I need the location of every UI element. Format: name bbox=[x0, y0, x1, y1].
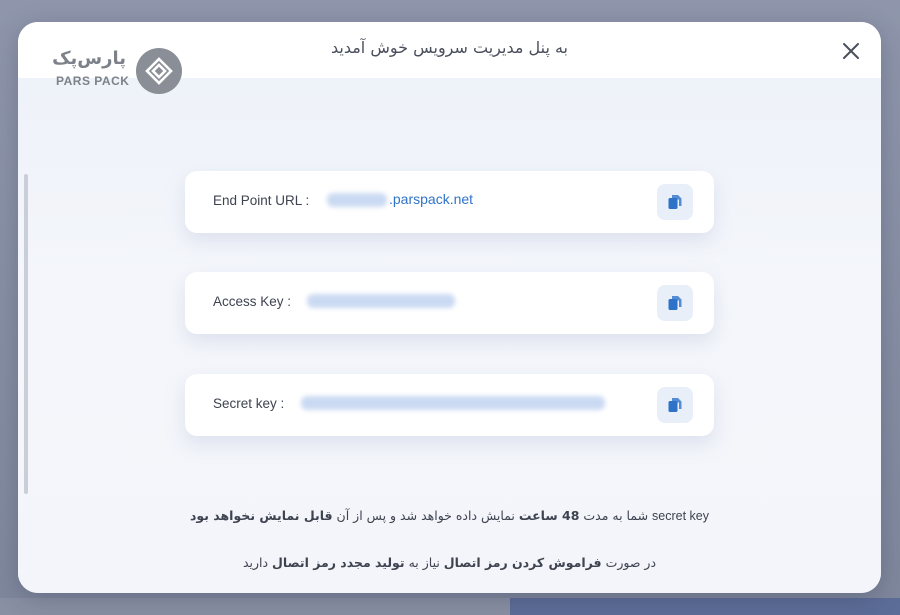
note-duration: 48 ساعت bbox=[518, 508, 580, 523]
note-text: شما به مدت bbox=[579, 508, 653, 523]
copy-icon bbox=[668, 296, 682, 310]
service-welcome-modal: به پنل مدیریت سرویس خوش آمدید برای اتصال… bbox=[18, 22, 881, 593]
note-text: در صورت bbox=[601, 555, 657, 570]
endpoint-url-masked-value bbox=[327, 193, 387, 207]
secret-key-expiry-note: secret key شما به مدت 48 ساعت نمایش داده… bbox=[18, 508, 881, 523]
note-text: نمایش داده خواهد شد و پس از آن bbox=[332, 508, 519, 523]
copy-secret-key-button[interactable] bbox=[657, 387, 693, 423]
forgot-key-note: در صورت فراموش کردن رمز اتصال نیاز به تو… bbox=[18, 555, 881, 570]
logo-text-en: PARS PACK bbox=[56, 74, 130, 88]
close-button[interactable] bbox=[836, 36, 866, 66]
endpoint-url-label: End Point URL : bbox=[213, 193, 310, 208]
logo-text-fa: پارس‌پک bbox=[52, 48, 126, 69]
access-key-masked-value[interactable] bbox=[307, 294, 455, 308]
note-regenerate: تولید مجدد رمز اتصال bbox=[272, 555, 405, 570]
secret-key-card: Secret key : bbox=[185, 374, 714, 436]
access-key-label: Access Key : bbox=[213, 294, 292, 309]
note-forgot: فراموش کردن رمز اتصال bbox=[443, 555, 602, 570]
copy-access-key-button[interactable] bbox=[657, 285, 693, 321]
note-warning: قابل نمایش نخواهد بود bbox=[190, 508, 333, 523]
endpoint-url-card: End Point URL : .parspack.net bbox=[185, 171, 714, 233]
copy-icon bbox=[668, 398, 682, 412]
background-page bbox=[0, 598, 510, 615]
close-icon bbox=[843, 43, 859, 59]
scrollbar[interactable] bbox=[24, 174, 28, 494]
secret-key-masked-value[interactable] bbox=[301, 396, 605, 410]
access-key-card: Access Key : bbox=[185, 272, 714, 334]
endpoint-url-host[interactable]: .parspack.net bbox=[389, 191, 473, 207]
parspack-logo: پارس‌پک PARS PACK bbox=[52, 48, 184, 100]
note-text: نیاز به bbox=[404, 555, 444, 570]
copy-endpoint-url-button[interactable] bbox=[657, 184, 693, 220]
background-page-strip bbox=[510, 598, 900, 615]
note-secret-key-term: secret key bbox=[652, 509, 709, 523]
note-text: دارید bbox=[242, 555, 273, 570]
modal-body: برای اتصال به باکت خود از اطلاعات زیر اس… bbox=[18, 78, 881, 593]
secret-key-label: Secret key : bbox=[213, 396, 285, 411]
copy-icon bbox=[668, 195, 682, 209]
diamond-logo-icon bbox=[136, 48, 182, 94]
